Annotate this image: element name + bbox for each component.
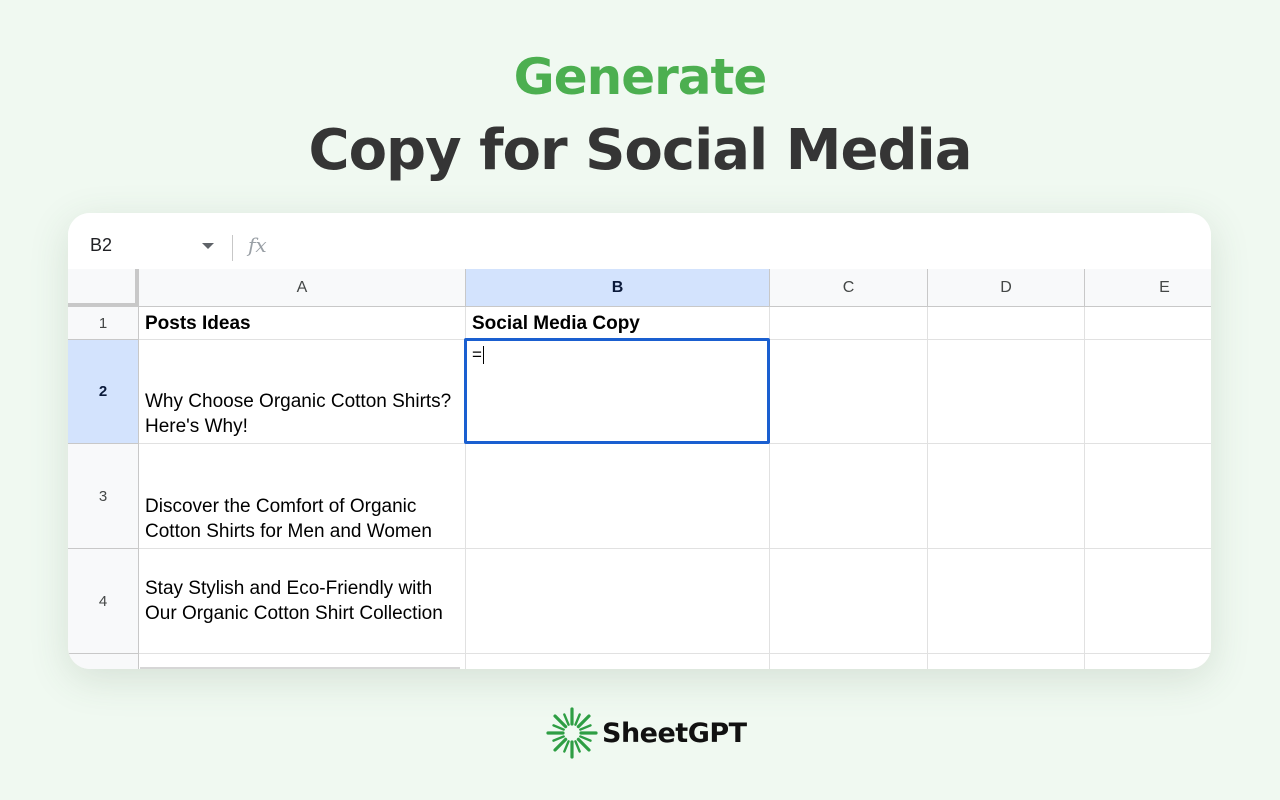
active-cell-editor[interactable]: = — [464, 338, 770, 444]
cell-e2[interactable] — [1085, 340, 1211, 444]
name-box-dropdown-icon[interactable] — [202, 243, 214, 249]
cell-a4[interactable]: Stay Stylish and Eco-Friendly with Our O… — [139, 549, 466, 654]
cell-b3[interactable] — [466, 444, 770, 549]
brand-name: SheetGPT — [602, 717, 747, 749]
text-caret — [482, 346, 484, 364]
cell-d5[interactable] — [928, 654, 1085, 669]
cell-d4[interactable] — [928, 549, 1085, 654]
formula-bar: B2 fx — [68, 213, 1211, 269]
cell-c3[interactable] — [770, 444, 928, 549]
cell-e5[interactable] — [1085, 654, 1211, 669]
cell-e3[interactable] — [1085, 444, 1211, 549]
cell-c1[interactable] — [770, 307, 928, 340]
column-header-e[interactable]: E — [1085, 269, 1211, 307]
cell-a1[interactable]: Posts Ideas — [139, 307, 466, 340]
cell-e1[interactable] — [1085, 307, 1211, 340]
brand-footer: SheetGPT — [546, 705, 747, 761]
row-header-4[interactable]: 4 — [68, 549, 139, 654]
formula-input[interactable]: = — [472, 345, 482, 364]
row-header-5[interactable] — [68, 654, 139, 669]
column-header-b[interactable]: B — [466, 269, 770, 307]
spreadsheet-window: B2 fx A B C D E 1 Posts Ideas Social Med… — [68, 213, 1211, 669]
cell-c2[interactable] — [770, 340, 928, 444]
row-header-2[interactable]: 2 — [68, 340, 139, 444]
cell-b1[interactable]: Social Media Copy — [466, 307, 770, 340]
cell-d3[interactable] — [928, 444, 1085, 549]
row-header-3[interactable]: 3 — [68, 444, 139, 549]
column-header-d[interactable]: D — [928, 269, 1085, 307]
cell-d2[interactable] — [928, 340, 1085, 444]
cell-b4[interactable] — [466, 549, 770, 654]
column-header-c[interactable]: C — [770, 269, 928, 307]
fx-icon: fx — [248, 233, 267, 257]
cell-c4[interactable] — [770, 549, 928, 654]
row-header-1[interactable]: 1 — [68, 307, 139, 340]
cell-b5[interactable] — [466, 654, 770, 669]
formula-bar-divider — [232, 235, 233, 261]
name-box[interactable]: B2 — [90, 235, 112, 256]
sheetgpt-logo-icon — [546, 707, 598, 759]
cell-d1[interactable] — [928, 307, 1085, 340]
horizontal-scrollbar[interactable] — [140, 667, 460, 669]
cell-e4[interactable] — [1085, 549, 1211, 654]
headline-generate: Generate — [513, 48, 768, 106]
cell-a3[interactable]: Discover the Comfort of Organic Cotton S… — [139, 444, 466, 549]
select-all-corner[interactable] — [68, 269, 139, 307]
headline-copy-for-social-media: Copy for Social Media — [308, 118, 972, 183]
cell-c5[interactable] — [770, 654, 928, 669]
column-header-a[interactable]: A — [139, 269, 466, 307]
cell-a2[interactable]: Why Choose Organic Cotton Shirts? Here's… — [139, 340, 466, 444]
